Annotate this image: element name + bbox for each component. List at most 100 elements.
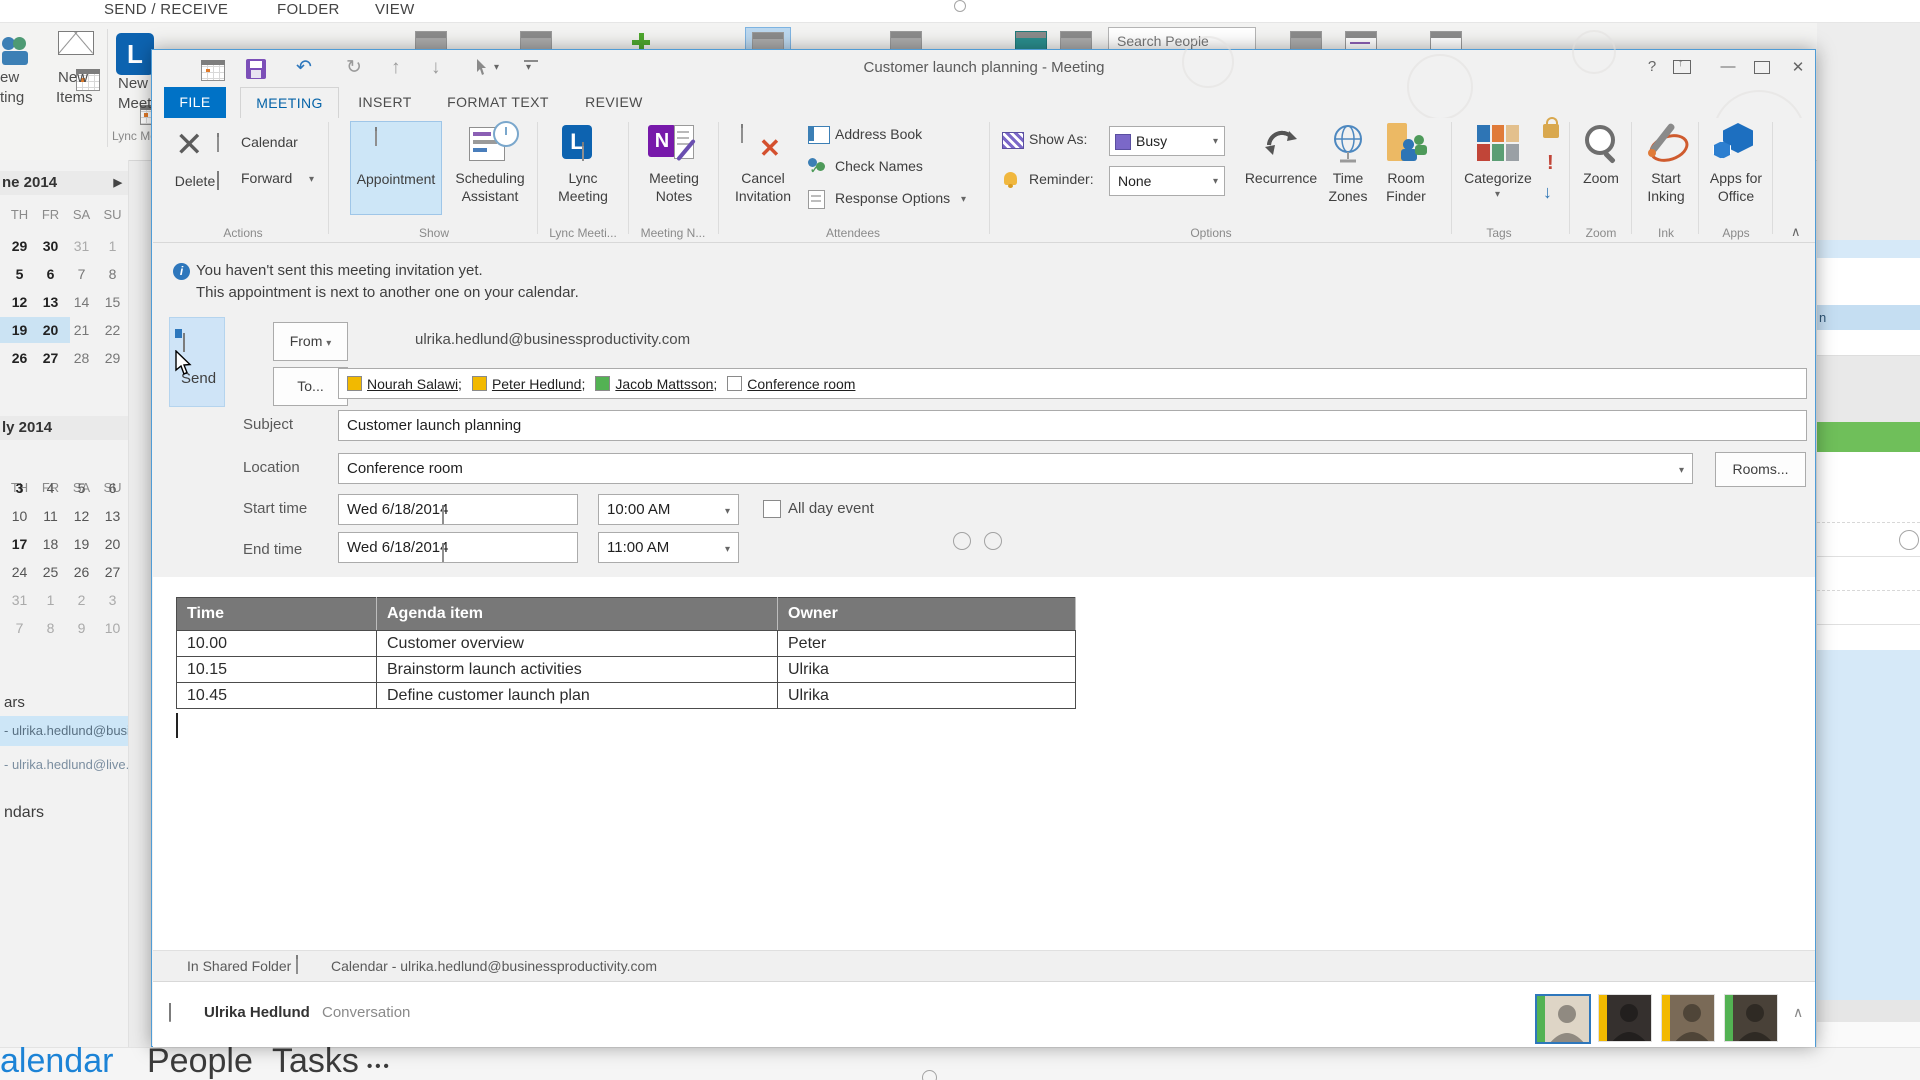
date-cell[interactable]: 12 bbox=[66, 508, 97, 524]
calendar-folder-item[interactable]: - ulrika.hedlund@busi bbox=[0, 716, 128, 746]
agenda-cell[interactable]: Peter bbox=[778, 631, 1076, 657]
location-dropdown-icon[interactable]: ▾ bbox=[1679, 456, 1684, 485]
date-cell[interactable]: 27 bbox=[97, 564, 128, 580]
tab-format-text[interactable]: FORMAT TEXT bbox=[444, 87, 552, 118]
to-button[interactable]: To... bbox=[273, 367, 348, 406]
forward-button[interactable]: Forward ▾ bbox=[217, 170, 219, 188]
room-finder-button[interactable]: Room Finder bbox=[1377, 121, 1435, 213]
recipient-chip[interactable]: Nourah Salawi; bbox=[347, 376, 462, 392]
agenda-cell[interactable]: Ulrika bbox=[778, 657, 1076, 683]
help-button[interactable]: ? bbox=[1638, 58, 1666, 75]
date-cell[interactable]: 18 bbox=[35, 536, 66, 552]
new-lync-meeting-icon[interactable]: L bbox=[116, 33, 154, 75]
calendar-appointment-green[interactable] bbox=[1817, 422, 1920, 452]
minimize-button[interactable]: — bbox=[1714, 58, 1742, 75]
agenda-row[interactable]: 10.15Brainstorm launch activitiesUlrika bbox=[177, 657, 1076, 683]
qat-calendar-icon[interactable] bbox=[201, 60, 225, 81]
people-pane-collapse-icon[interactable]: ∧ bbox=[1793, 1004, 1803, 1021]
time-zones-button[interactable]: Time Zones bbox=[1321, 121, 1375, 213]
date-cell[interactable]: 7 bbox=[4, 620, 35, 636]
message-body[interactable]: TimeAgenda itemOwner 10.00Customer overv… bbox=[153, 577, 1815, 950]
date-cell[interactable]: 15 bbox=[97, 294, 128, 310]
agenda-cell[interactable]: Ulrika bbox=[778, 683, 1076, 709]
tab-send-receive[interactable]: SEND / RECEIVE bbox=[104, 1, 228, 18]
recipient-chip[interactable]: Peter Hedlund; bbox=[472, 376, 585, 392]
tab-view[interactable]: VIEW bbox=[375, 1, 415, 18]
person-name[interactable]: Ulrika Hedlund bbox=[204, 1004, 310, 1021]
restore-down-button[interactable]: ↑ bbox=[1673, 60, 1691, 79]
month-header[interactable]: ly 2014 bbox=[0, 416, 128, 440]
move-up-icon[interactable]: ↑ bbox=[391, 57, 401, 79]
date-cell[interactable]: 10 bbox=[97, 620, 128, 636]
agenda-cell[interactable]: Customer overview bbox=[377, 631, 778, 657]
date-cell[interactable]: 20 bbox=[35, 322, 66, 338]
date-cell[interactable]: 22 bbox=[97, 322, 128, 338]
new-meeting-icon[interactable] bbox=[0, 31, 34, 71]
date-cell[interactable]: 17 bbox=[4, 536, 35, 552]
touch-mode-dropdown-icon[interactable]: ▾ bbox=[494, 62, 499, 73]
date-cell[interactable]: 19 bbox=[4, 322, 35, 338]
start-date-field[interactable]: Wed 6/18/2014 bbox=[338, 494, 578, 525]
date-cell[interactable]: 26 bbox=[66, 564, 97, 580]
tab-insert[interactable]: INSERT bbox=[356, 87, 414, 118]
categorize-button[interactable]: Categorize ▾ bbox=[1457, 121, 1539, 213]
date-cell[interactable]: 4 bbox=[35, 480, 66, 496]
conversation-label[interactable]: Conversation bbox=[322, 1004, 410, 1021]
maximize-button[interactable] bbox=[1754, 61, 1770, 79]
date-cell[interactable]: 12 bbox=[4, 294, 35, 310]
date-cell[interactable]: 19 bbox=[66, 536, 97, 552]
date-cell[interactable]: 6 bbox=[35, 266, 66, 282]
nav-more-icon[interactable]: ••• bbox=[367, 1058, 392, 1075]
private-lock-icon[interactable] bbox=[1543, 124, 1559, 138]
recipient-chip[interactable]: Jacob Mattsson; bbox=[595, 376, 717, 392]
date-cell[interactable]: 13 bbox=[35, 294, 66, 310]
date-cell[interactable]: 13 bbox=[97, 508, 128, 524]
end-time-dropdown-icon[interactable]: ▾ bbox=[725, 535, 730, 564]
tab-file[interactable]: FILE bbox=[164, 87, 226, 118]
attendee-avatar[interactable] bbox=[1598, 994, 1652, 1042]
date-cell[interactable]: 3 bbox=[4, 480, 35, 496]
close-button[interactable]: ✕ bbox=[1784, 58, 1812, 76]
agenda-cell[interactable]: Define customer launch plan bbox=[377, 683, 778, 709]
recipient-name[interactable]: Peter Hedlund; bbox=[492, 376, 585, 392]
date-cell[interactable]: 20 bbox=[97, 536, 128, 552]
end-date-field[interactable]: Wed 6/18/2014 bbox=[338, 532, 578, 563]
recipient-name[interactable]: Jacob Mattsson; bbox=[615, 376, 717, 392]
nav-calendar[interactable]: alendar bbox=[0, 1042, 113, 1080]
date-cell[interactable]: 28 bbox=[66, 350, 97, 366]
move-down-icon[interactable]: ↓ bbox=[431, 57, 441, 79]
qat-customize-icon[interactable]: ▾ bbox=[524, 60, 538, 65]
month-header[interactable]: ne 2014 ▶ bbox=[0, 171, 128, 195]
date-cell[interactable]: 25 bbox=[35, 564, 66, 580]
date-cell[interactable]: 29 bbox=[97, 350, 128, 366]
date-cell[interactable]: 11 bbox=[35, 508, 66, 524]
date-cell[interactable]: 6 bbox=[97, 480, 128, 496]
agenda-cell[interactable]: 10.00 bbox=[177, 631, 377, 657]
attendee-avatar[interactable] bbox=[1724, 994, 1778, 1042]
date-cell[interactable]: 7 bbox=[66, 266, 97, 282]
recurrence-button[interactable]: Recurrence bbox=[1239, 121, 1323, 213]
attendee-avatar[interactable] bbox=[1661, 994, 1715, 1042]
agenda-row[interactable]: 10.45Define customer launch planUlrika bbox=[177, 683, 1076, 709]
nav-people[interactable]: People bbox=[147, 1042, 253, 1080]
calendar-button[interactable]: Calendar bbox=[217, 134, 219, 152]
date-cell[interactable]: 5 bbox=[4, 266, 35, 282]
new-items-label[interactable]: New bbox=[58, 69, 88, 86]
lync-meeting-button[interactable]: L Lync Meeting bbox=[542, 121, 624, 213]
agenda-row[interactable]: 10.00Customer overviewPeter bbox=[177, 631, 1076, 657]
date-cell[interactable]: 8 bbox=[35, 620, 66, 636]
appointment-button[interactable]: Appointment bbox=[350, 121, 442, 215]
redo-icon[interactable]: ↻ bbox=[346, 57, 362, 79]
date-cell[interactable]: 8 bbox=[97, 266, 128, 282]
tab-review[interactable]: REVIEW bbox=[580, 87, 648, 118]
low-importance-icon[interactable]: ↓ bbox=[1543, 182, 1552, 203]
date-cell[interactable]: 24 bbox=[4, 564, 35, 580]
date-cell[interactable]: 30 bbox=[35, 238, 66, 254]
attendee-avatar[interactable] bbox=[1535, 994, 1591, 1044]
high-importance-icon[interactable]: ! bbox=[1547, 152, 1554, 175]
agenda-table[interactable]: TimeAgenda itemOwner 10.00Customer overv… bbox=[176, 597, 1076, 709]
apps-for-office-button[interactable]: Apps for Office bbox=[1701, 121, 1771, 213]
recipient-chip[interactable]: Conference room bbox=[727, 376, 855, 392]
start-time-dropdown-icon[interactable]: ▾ bbox=[725, 497, 730, 526]
delete-button[interactable]: Delete bbox=[157, 172, 233, 190]
